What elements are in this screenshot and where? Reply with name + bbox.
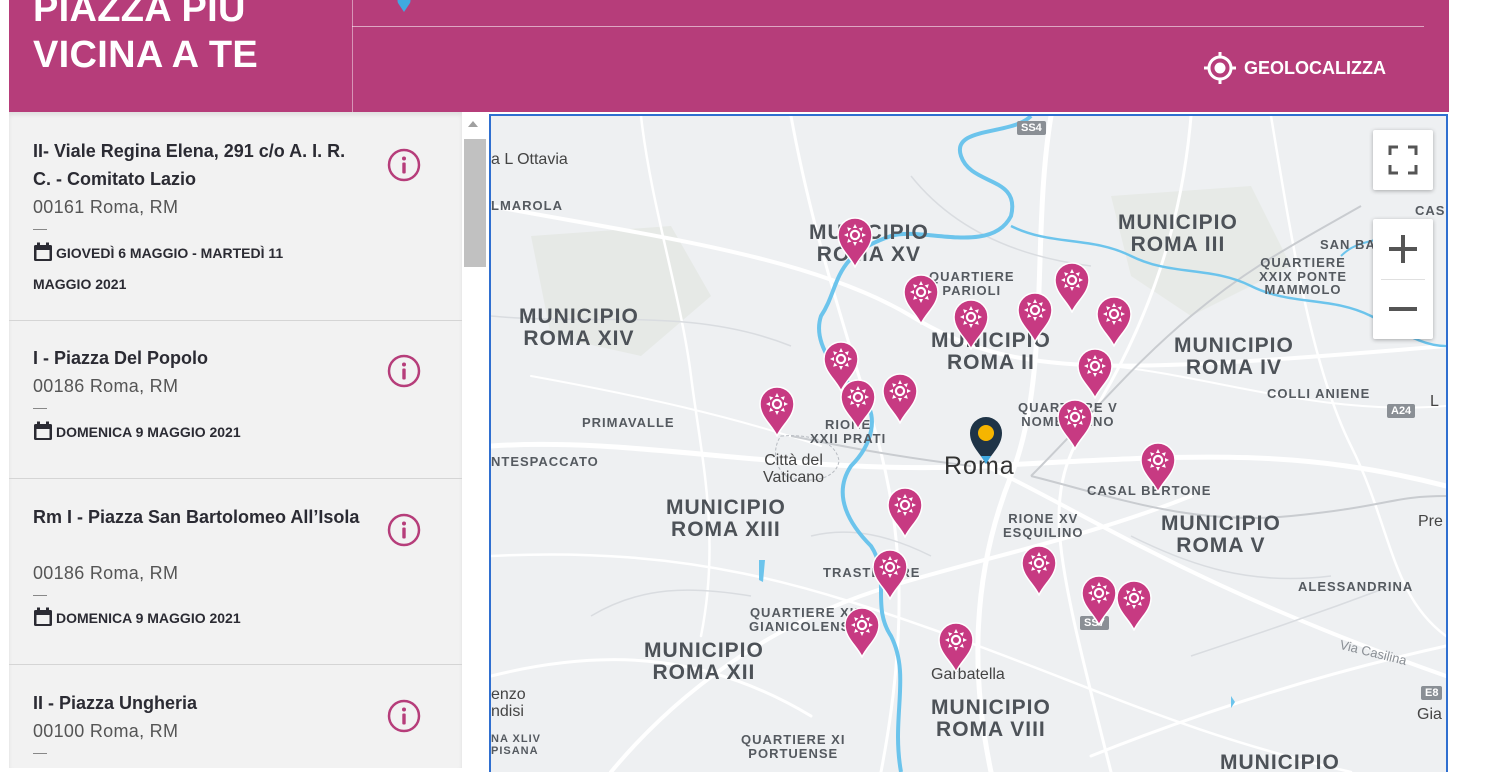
title-line-1: PIAZZA PIÙ xyxy=(33,0,246,30)
label-municipio-iv: MUNICIPIO ROMA IV xyxy=(1174,334,1294,380)
label-primavalle: PRIMAVALLE xyxy=(582,415,675,430)
map-marker[interactable] xyxy=(1076,347,1114,399)
label-lorenzo: enzo ndisi xyxy=(491,686,526,720)
current-location-marker[interactable] xyxy=(967,414,1005,466)
zoom-controls xyxy=(1373,219,1433,339)
label-esquilino: RIONE XV ESQUILINO xyxy=(1003,511,1084,540)
label-vaticano: Città del Vaticano xyxy=(763,452,825,486)
location-address: 00100 Roma, RM xyxy=(33,721,179,741)
label-municipio-partial: MUNICIPIO xyxy=(1220,751,1340,772)
map-marker[interactable] xyxy=(1056,398,1094,450)
separator-dash xyxy=(33,408,47,409)
map-marker[interactable] xyxy=(1095,295,1133,347)
label-municipio-v: MUNICIPIO ROMA V xyxy=(1161,512,1281,558)
scrollbar-thumb[interactable] xyxy=(464,139,486,267)
info-icon[interactable] xyxy=(387,699,421,733)
geolocate-button[interactable]: GEOLOCALIZZA xyxy=(1202,50,1386,86)
info-icon[interactable] xyxy=(387,148,421,182)
map-marker[interactable] xyxy=(1139,441,1177,493)
header-divider xyxy=(352,26,1424,27)
zoom-out-button[interactable] xyxy=(1373,279,1433,339)
location-date: GIOVEDÌ 6 MAGGIO - MARTEDÌ 11 MAGGIO 202… xyxy=(33,238,333,300)
location-name: II - Piazza Ungheria xyxy=(33,693,198,713)
map-marker[interactable] xyxy=(871,548,909,600)
list-item[interactable]: II - Piazza Ungheria 00100 Roma, RM xyxy=(9,665,462,768)
calendar-icon xyxy=(34,242,52,261)
location-date-text: DOMENICA 9 MAGGIO 2021 xyxy=(56,424,241,440)
location-address: 00161 Roma, RM xyxy=(33,197,179,217)
label-municipio-iii: MUNICIPIO ROMA III xyxy=(1118,211,1238,257)
label-alessandrina: ALESSANDRINA xyxy=(1298,579,1414,594)
map-marker[interactable] xyxy=(843,606,881,658)
road-shield-e8: E8 xyxy=(1421,686,1443,700)
map-marker[interactable] xyxy=(1115,579,1153,631)
label-tespaccato: NTESPACCATO xyxy=(491,454,599,469)
label-pisana: NA XLIV PISANA xyxy=(491,733,541,757)
crosshair-icon xyxy=(1204,52,1236,84)
label-municipio-viii: MUNICIPIO ROMA VIII xyxy=(931,696,1051,742)
list-item[interactable]: II- Viale Regina Elena, 291 c/o A. I. R.… xyxy=(9,112,462,321)
label-marola: LMAROLA xyxy=(491,198,563,213)
label-gia: Gia xyxy=(1417,706,1442,723)
location-date: DOMENICA 9 MAGGIO 2021 xyxy=(33,417,333,448)
label-municipio-xiii: MUNICIPIO ROMA XIII xyxy=(666,496,786,542)
map-marker[interactable] xyxy=(836,216,874,268)
map-marker[interactable] xyxy=(839,378,877,430)
map-marker[interactable] xyxy=(952,298,990,350)
location-name: II- Viale Regina Elena, 291 c/o A. I. R.… xyxy=(33,141,346,189)
separator-dash xyxy=(33,595,47,596)
location-address: 00186 Roma, RM xyxy=(33,376,179,396)
location-date-text: DOMENICA 9 MAGGIO 2021 xyxy=(56,610,241,626)
road-shield-ss4: SS4 xyxy=(1017,121,1046,135)
list-item[interactable]: I - Piazza Del Popolo 00186 Roma, RM DOM… xyxy=(9,320,462,479)
separator-dash xyxy=(33,753,47,754)
map[interactable]: SS4 A24 SS7 E8 MUNICIPIOROMA XV MUNICIPI… xyxy=(489,114,1448,772)
map-marker[interactable] xyxy=(881,372,919,424)
label-municipio-xiv: MUNICIPIO ROMA XIV xyxy=(519,305,639,351)
label-colli-aniene: COLLI ANIENE xyxy=(1267,386,1371,401)
info-icon[interactable] xyxy=(387,354,421,388)
title-box: PIAZZA PIÙ VICINA A TE xyxy=(9,0,353,112)
separator-dash xyxy=(33,229,47,230)
fullscreen-button[interactable] xyxy=(1373,130,1433,190)
info-icon[interactable] xyxy=(387,513,421,547)
map-marker[interactable] xyxy=(1080,574,1118,626)
label-l-edge: L xyxy=(1430,393,1439,410)
plus-icon xyxy=(1389,235,1417,263)
zoom-in-button[interactable] xyxy=(1373,219,1433,279)
map-marker[interactable] xyxy=(1053,261,1091,313)
minus-icon xyxy=(1389,307,1417,311)
geolocate-label: GEOLOCALIZZA xyxy=(1244,57,1386,78)
map-marker[interactable] xyxy=(1016,291,1054,343)
scroll-up-arrow-icon[interactable] xyxy=(468,121,478,127)
location-name: I - Piazza Del Popolo xyxy=(33,348,209,368)
title-line-2: VICINA A TE xyxy=(33,34,258,76)
label-san-ba: SAN BA xyxy=(1320,237,1376,252)
label-municipio-xii: MUNICIPIO ROMA XII xyxy=(644,639,764,685)
location-name: Rm I - Piazza San Bartolomeo All’Isola xyxy=(33,507,360,527)
list-item[interactable]: Rm I - Piazza San Bartolomeo All’Isola 0… xyxy=(9,479,462,665)
label-cas: CAS xyxy=(1415,203,1446,218)
location-date: DOMENICA 9 MAGGIO 2021 xyxy=(33,603,333,634)
map-marker[interactable] xyxy=(886,486,924,538)
map-marker[interactable] xyxy=(902,273,940,325)
map-marker[interactable] xyxy=(1020,544,1058,596)
label-parioli: QUARTIERE PARIOLI xyxy=(929,269,1015,298)
calendar-icon xyxy=(34,607,52,626)
map-marker[interactable] xyxy=(937,621,975,673)
label-ponte-mammolo: QUARTIERE XXIX PONTE MAMMOLO xyxy=(1259,255,1348,298)
location-date-text: GIOVEDÌ 6 MAGGIO - MARTEDÌ 11 MAGGIO 202… xyxy=(33,245,284,292)
fullscreen-icon xyxy=(1388,145,1418,175)
page-title: PIAZZA PIÙ VICINA A TE xyxy=(33,0,258,78)
road-shield-a24: A24 xyxy=(1387,404,1416,418)
label-pre: Pre xyxy=(1418,513,1443,530)
locations-list[interactable]: II- Viale Regina Elena, 291 c/o A. I. R.… xyxy=(9,112,462,768)
map-pin-icon xyxy=(397,0,411,12)
label-portuense: QUARTIERE XI PORTUENSE xyxy=(741,732,846,761)
location-address: 00186 Roma, RM xyxy=(33,563,179,583)
label-ottavia: a L Ottavia xyxy=(491,151,568,168)
header: PIAZZA PIÙ VICINA A TE GEOLOCALIZZA xyxy=(9,0,1449,112)
map-marker[interactable] xyxy=(758,385,796,437)
calendar-icon xyxy=(34,421,52,440)
